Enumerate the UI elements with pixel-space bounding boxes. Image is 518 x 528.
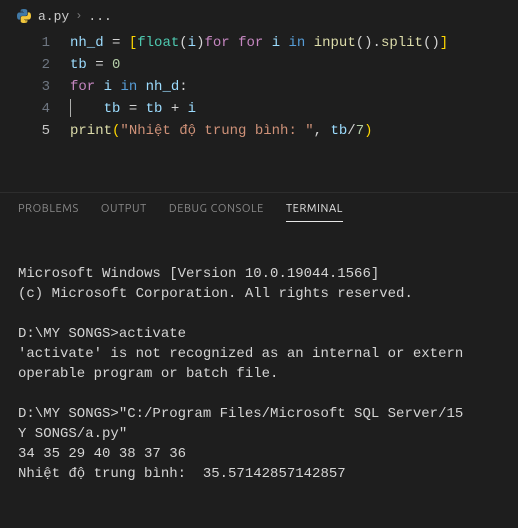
code-content[interactable]: nh_d = [float(i)for for i in input().spl… (70, 32, 518, 54)
python-icon (16, 8, 32, 24)
code-line[interactable]: 1 nh_d = [float(i)for for i in input().s… (6, 32, 518, 54)
line-number: 2 (6, 54, 70, 76)
terminal-line: D:\MY SONGS>activate (18, 326, 186, 342)
terminal-line: 'activate' is not recognized as an inter… (18, 346, 463, 362)
code-line[interactable]: 5 print("Nhiệt độ trung bình: ", tb/7) (6, 120, 518, 142)
code-content[interactable]: tb = tb + i (70, 98, 518, 120)
terminal-line: Nhiệt độ trung bình: 35.57142857142857 (18, 466, 346, 482)
cursor (70, 99, 71, 117)
panel-tabbar: PROBLEMS OUTPUT DEBUG CONSOLE TERMINAL (0, 193, 518, 226)
breadcrumb-rest[interactable]: ... (88, 9, 111, 24)
code-line[interactable]: 2 tb = 0 (6, 54, 518, 76)
code-line[interactable]: 3 for i in nh_d: (6, 76, 518, 98)
chevron-right-icon: › (75, 9, 82, 23)
tab-problems[interactable]: PROBLEMS (18, 203, 79, 222)
terminal-line: operable program or batch file. (18, 366, 278, 382)
vscode-window: a.py › ... 1 nh_d = [float(i)for for i i… (0, 0, 518, 528)
tab-debug-console[interactable]: DEBUG CONSOLE (169, 203, 264, 222)
tab-terminal[interactable]: TERMINAL (286, 203, 343, 222)
terminal-line: 34 35 29 40 38 37 36 (18, 446, 186, 462)
terminal-line: D:\MY SONGS>"C:/Program Files/Microsoft … (18, 406, 463, 422)
code-content[interactable]: tb = 0 (70, 54, 518, 76)
line-number: 3 (6, 76, 70, 98)
line-number: 1 (6, 32, 70, 54)
terminal-line: Microsoft Windows [Version 10.0.19044.15… (18, 266, 379, 282)
line-number: 5 (6, 120, 70, 142)
code-editor[interactable]: 1 nh_d = [float(i)for for i in input().s… (0, 32, 518, 142)
code-line[interactable]: 4 tb = tb + i (6, 98, 518, 120)
breadcrumb-filename[interactable]: a.py (38, 9, 69, 24)
code-content[interactable]: print("Nhiệt độ trung bình: ", tb/7) (70, 120, 518, 142)
terminal-line: (c) Microsoft Corporation. All rights re… (18, 286, 413, 302)
terminal-line: Y SONGS/a.py" (18, 426, 127, 442)
editor-area: a.py › ... 1 nh_d = [float(i)for for i i… (0, 0, 518, 192)
breadcrumb[interactable]: a.py › ... (0, 4, 518, 32)
terminal-content[interactable]: Microsoft Windows [Version 10.0.19044.15… (0, 226, 518, 504)
bottom-panel: PROBLEMS OUTPUT DEBUG CONSOLE TERMINAL M… (0, 192, 518, 528)
tab-output[interactable]: OUTPUT (101, 203, 147, 222)
line-number: 4 (6, 98, 70, 120)
code-content[interactable]: for i in nh_d: (70, 76, 518, 98)
